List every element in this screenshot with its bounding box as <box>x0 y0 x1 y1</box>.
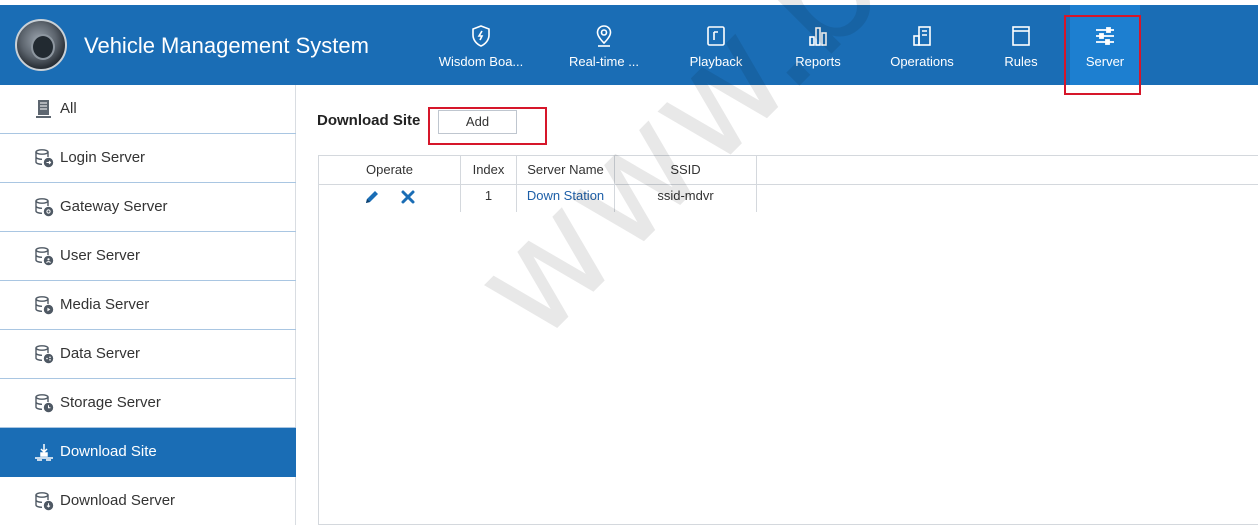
column-header-operate[interactable]: Operate <box>319 156 461 184</box>
database-user-icon <box>35 247 54 266</box>
nav-label: Real-time ... <box>568 54 640 69</box>
nav-playback[interactable]: Playback <box>684 5 748 85</box>
playback-icon <box>707 26 725 46</box>
sidebar-item-user-server[interactable]: User Server <box>0 232 296 281</box>
database-data-icon <box>35 345 54 364</box>
add-button[interactable]: Add <box>438 110 517 134</box>
nav-rules[interactable]: Rules <box>996 5 1046 85</box>
bar-chart-icon <box>809 27 827 46</box>
nav-label: Playback <box>689 54 743 69</box>
sidebar-item-login-server[interactable]: Login Server <box>0 134 296 183</box>
database-login-icon <box>35 149 54 168</box>
nav-label: Rules <box>1004 54 1038 69</box>
nav-operations[interactable]: Operations <box>882 5 962 85</box>
index-cell: 1 <box>461 184 517 212</box>
header-divider <box>319 184 1258 185</box>
nav-wisdom-board[interactable]: Wisdom Boa... <box>437 5 525 85</box>
database-storage-icon <box>35 394 54 413</box>
location-pin-icon <box>596 25 612 47</box>
top-bar: Vehicle Management System Wisdom Boa... … <box>0 5 1258 85</box>
column-header-server-name[interactable]: Server Name <box>517 156 615 184</box>
column-header-index[interactable]: Index <box>461 156 517 184</box>
database-gateway-icon <box>35 198 54 217</box>
ssid-cell: ssid-mdvr <box>615 184 757 212</box>
server-name-cell[interactable]: Down Station <box>517 184 615 212</box>
nav-label: Reports <box>795 54 841 69</box>
app-root: Vehicle Management System Wisdom Boa... … <box>0 0 1258 525</box>
sidebar-item-all[interactable]: All <box>0 85 296 134</box>
sidebar: All Login Server Gateway Server User Ser… <box>0 85 296 525</box>
sliders-icon <box>1096 27 1114 45</box>
sidebar-item-download-site[interactable]: Download Site <box>0 428 296 477</box>
database-media-icon <box>35 296 54 315</box>
server-table: Operate Index Server Name SSID 1 Down St… <box>318 155 1258 525</box>
sidebar-item-download-server[interactable]: Download Server <box>0 477 296 525</box>
app-logo <box>15 19 67 71</box>
sidebar-item-gateway-server[interactable]: Gateway Server <box>0 183 296 232</box>
database-download-icon <box>35 492 54 511</box>
sidebar-item-media-server[interactable]: Media Server <box>0 281 296 330</box>
nav-server[interactable]: Server <box>1070 5 1140 85</box>
app-title: Vehicle Management System <box>84 33 369 58</box>
nav-label: Server <box>1085 54 1125 69</box>
shield-icon <box>472 25 490 47</box>
rules-icon <box>1012 26 1030 46</box>
nav-reports[interactable]: Reports <box>787 5 849 85</box>
operate-cell <box>319 184 461 212</box>
server-rack-icon <box>36 100 51 118</box>
sidebar-item-data-server[interactable]: Data Server <box>0 330 296 379</box>
sidebar-item-storage-server[interactable]: Storage Server <box>0 379 296 428</box>
nav-label: Wisdom Boa... <box>438 54 524 69</box>
nav-real-time[interactable]: Real-time ... <box>560 5 648 85</box>
delete-x-icon[interactable] <box>400 189 416 205</box>
column-header-ssid[interactable]: SSID <box>615 156 757 184</box>
edit-pencil-icon[interactable] <box>363 188 381 206</box>
download-site-icon <box>35 444 53 461</box>
page-title: Download Site <box>317 112 421 129</box>
nav-label: Operations <box>890 54 954 69</box>
operations-icon <box>913 26 931 46</box>
